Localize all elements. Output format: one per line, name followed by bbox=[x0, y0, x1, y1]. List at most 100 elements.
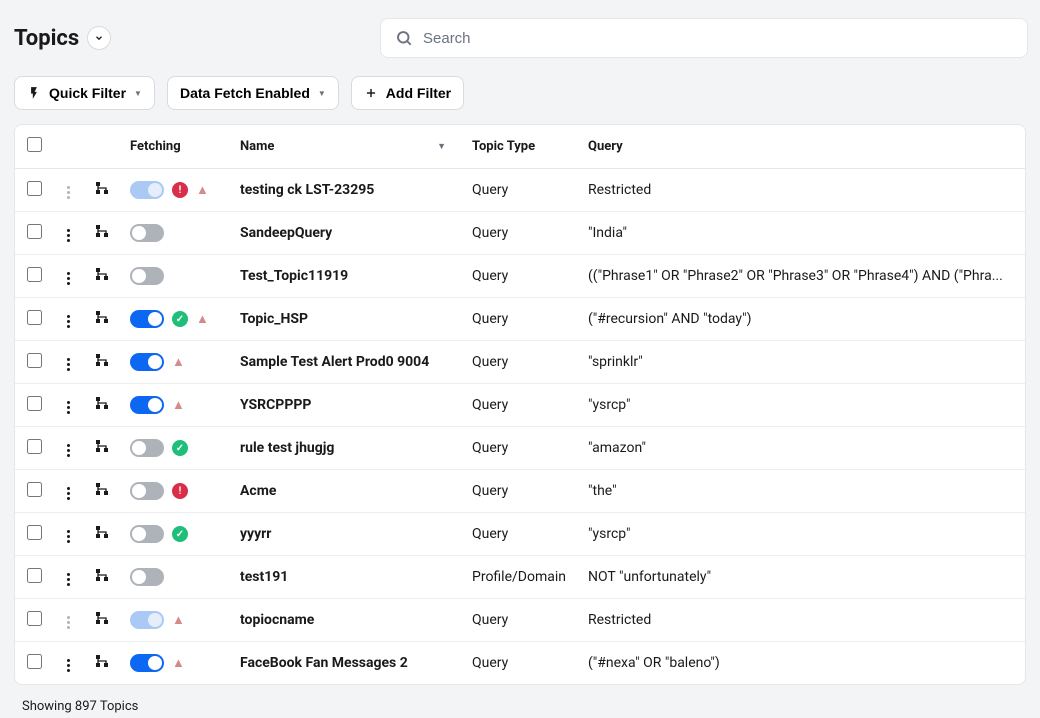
topic-type-cell: Query bbox=[462, 169, 578, 212]
fetch-toggle[interactable] bbox=[130, 568, 164, 586]
status-error-icon: ! bbox=[172, 182, 188, 198]
topic-name-cell[interactable]: Topic_HSP bbox=[230, 298, 462, 341]
row-menu-button[interactable] bbox=[63, 268, 74, 289]
row-checkbox[interactable] bbox=[27, 310, 42, 325]
search-input[interactable] bbox=[423, 30, 1013, 47]
title-dropdown-button[interactable] bbox=[87, 26, 111, 50]
row-checkbox[interactable] bbox=[27, 353, 42, 368]
row-menu-button[interactable] bbox=[63, 655, 74, 676]
hierarchy-icon bbox=[94, 309, 110, 325]
row-checkbox[interactable] bbox=[27, 439, 42, 454]
row-checkbox[interactable] bbox=[27, 181, 42, 196]
row-menu-button[interactable] bbox=[63, 225, 74, 246]
topic-name-cell[interactable]: YSRCPPPP bbox=[230, 384, 462, 427]
topic-type-cell: Query bbox=[462, 470, 578, 513]
fetch-toggle[interactable] bbox=[130, 439, 164, 457]
hierarchy-icon bbox=[94, 610, 110, 626]
hierarchy-icon bbox=[94, 223, 110, 239]
table-row: !AcmeQuery"the" bbox=[15, 470, 1025, 513]
quick-filter-button[interactable]: Quick Filter ▼ bbox=[14, 76, 155, 110]
table-row: !▲testing ck LST-23295QueryRestricted bbox=[15, 169, 1025, 212]
row-checkbox[interactable] bbox=[27, 267, 42, 282]
topic-name-cell[interactable]: FaceBook Fan Messages 2 bbox=[230, 642, 462, 685]
row-menu-button[interactable] bbox=[63, 612, 74, 633]
select-all-checkbox[interactable] bbox=[27, 137, 42, 152]
row-menu-button[interactable] bbox=[63, 311, 74, 332]
hierarchy-icon bbox=[94, 438, 110, 454]
column-header-fetching[interactable]: Fetching bbox=[120, 125, 230, 169]
fetch-toggle[interactable] bbox=[130, 654, 164, 672]
topic-name-cell[interactable]: test191 bbox=[230, 556, 462, 599]
row-menu-button[interactable] bbox=[63, 569, 74, 590]
topic-type-cell: Profile/Domain bbox=[462, 556, 578, 599]
table-row: ▲ Sample Test Alert Prod0 9004Query"sprin… bbox=[15, 341, 1025, 384]
column-header-topic-type[interactable]: Topic Type bbox=[462, 125, 578, 169]
warning-icon: ▲ bbox=[172, 354, 185, 370]
row-menu-button[interactable] bbox=[63, 440, 74, 461]
warning-icon: ▲ bbox=[172, 612, 185, 628]
dropdown-triangle-icon: ▼ bbox=[134, 89, 142, 98]
topic-name-cell[interactable]: rule test jhugjg bbox=[230, 427, 462, 470]
search-field[interactable] bbox=[380, 18, 1028, 58]
row-checkbox[interactable] bbox=[27, 611, 42, 626]
topic-name-cell[interactable]: testing ck LST-23295 bbox=[230, 169, 462, 212]
hierarchy-icon bbox=[94, 481, 110, 497]
table-row: ✓yyyrrQuery"ysrcp" bbox=[15, 513, 1025, 556]
table-row: ▲topiocnameQueryRestricted bbox=[15, 599, 1025, 642]
row-checkbox[interactable] bbox=[27, 525, 42, 540]
status-ok-icon: ✓ bbox=[172, 311, 188, 327]
hierarchy-icon bbox=[94, 266, 110, 282]
add-filter-button[interactable]: Add Filter bbox=[351, 76, 464, 110]
sort-indicator-icon: ▼ bbox=[437, 141, 446, 152]
plus-icon bbox=[364, 86, 378, 100]
fetch-toggle[interactable] bbox=[130, 396, 164, 414]
add-filter-label: Add Filter bbox=[386, 85, 451, 101]
dropdown-triangle-icon: ▼ bbox=[318, 89, 326, 98]
status-ok-icon: ✓ bbox=[172, 526, 188, 542]
header: Topics bbox=[0, 0, 1040, 68]
topic-type-cell: Query bbox=[462, 642, 578, 685]
warning-icon: ▲ bbox=[196, 311, 209, 327]
fetch-toggle[interactable] bbox=[130, 224, 164, 242]
data-fetch-filter-button[interactable]: Data Fetch Enabled ▼ bbox=[167, 76, 339, 110]
search-container bbox=[380, 18, 1028, 58]
topic-name-cell[interactable]: topiocname bbox=[230, 599, 462, 642]
topic-name-cell[interactable]: Test_Topic11919 bbox=[230, 255, 462, 298]
topic-type-cell: Query bbox=[462, 341, 578, 384]
topic-name-cell[interactable]: Acme bbox=[230, 470, 462, 513]
topic-name-cell[interactable]: SandeepQuery bbox=[230, 212, 462, 255]
fetch-toggle[interactable] bbox=[130, 353, 164, 371]
search-icon bbox=[395, 29, 413, 47]
topic-name-cell[interactable]: yyyrr bbox=[230, 513, 462, 556]
topic-query-cell: Restricted bbox=[578, 599, 1025, 642]
fetch-toggle[interactable] bbox=[130, 267, 164, 285]
row-checkbox[interactable] bbox=[27, 224, 42, 239]
row-menu-button[interactable] bbox=[63, 483, 74, 504]
row-menu-button[interactable] bbox=[63, 182, 74, 203]
fetch-toggle[interactable] bbox=[130, 482, 164, 500]
topic-query-cell: "India" bbox=[578, 212, 1025, 255]
fetch-toggle[interactable] bbox=[130, 310, 164, 328]
fetch-toggle[interactable] bbox=[130, 525, 164, 543]
row-menu-button[interactable] bbox=[63, 526, 74, 547]
status-error-icon: ! bbox=[172, 483, 188, 499]
table-row: ▲FaceBook Fan Messages 2Query("#nexa" OR… bbox=[15, 642, 1025, 685]
column-header-name[interactable]: Name ▼ bbox=[230, 125, 462, 169]
column-name-label: Name bbox=[240, 139, 274, 154]
row-checkbox[interactable] bbox=[27, 568, 42, 583]
topic-type-cell: Query bbox=[462, 212, 578, 255]
warning-icon: ▲ bbox=[196, 182, 209, 198]
row-menu-button[interactable] bbox=[63, 397, 74, 418]
fetch-toggle[interactable] bbox=[130, 181, 164, 199]
row-checkbox[interactable] bbox=[27, 482, 42, 497]
topic-query-cell: "sprinklr" bbox=[578, 341, 1025, 384]
topic-name-cell[interactable]: Sample Test Alert Prod0 9004 bbox=[230, 341, 462, 384]
row-menu-button[interactable] bbox=[63, 354, 74, 375]
topic-type-cell: Query bbox=[462, 298, 578, 341]
table-row: SandeepQueryQuery"India" bbox=[15, 212, 1025, 255]
column-header-query[interactable]: Query bbox=[578, 125, 1025, 169]
table-row: ✓▲Topic_HSPQuery("#recursion" AND "today… bbox=[15, 298, 1025, 341]
fetch-toggle[interactable] bbox=[130, 611, 164, 629]
row-checkbox[interactable] bbox=[27, 396, 42, 411]
row-checkbox[interactable] bbox=[27, 654, 42, 669]
